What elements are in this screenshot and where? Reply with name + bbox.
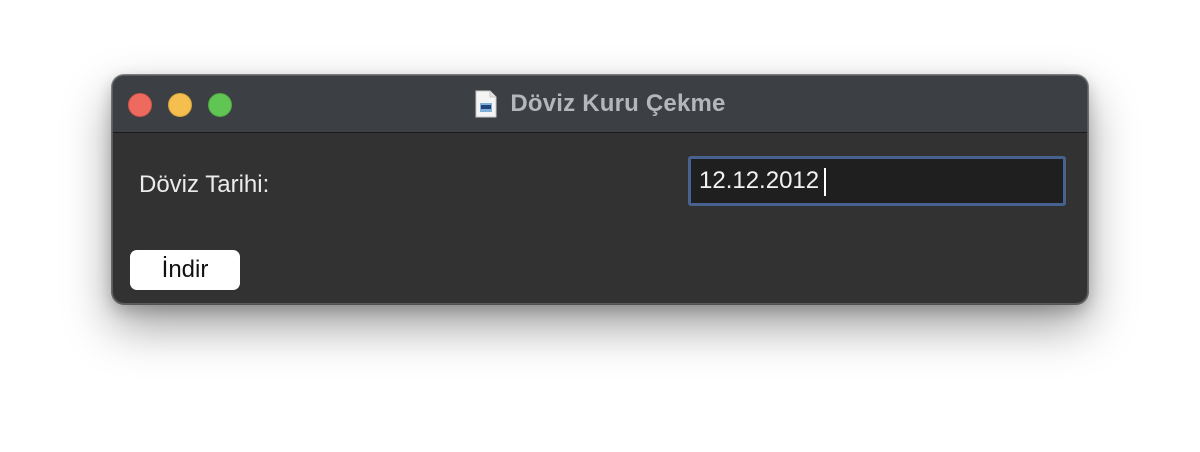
document-icon xyxy=(475,90,497,118)
app-window: Döviz Kuru Çekme Döviz Tarihi: İndir xyxy=(112,75,1088,304)
text-caret xyxy=(824,168,826,196)
title-group: Döviz Kuru Çekme xyxy=(113,76,1087,132)
date-input[interactable] xyxy=(688,156,1066,206)
download-button[interactable]: İndir xyxy=(130,250,240,290)
window-title: Döviz Kuru Çekme xyxy=(510,90,726,117)
title-bar[interactable]: Döviz Kuru Çekme xyxy=(113,76,1087,133)
date-label: Döviz Tarihi: xyxy=(139,171,270,198)
